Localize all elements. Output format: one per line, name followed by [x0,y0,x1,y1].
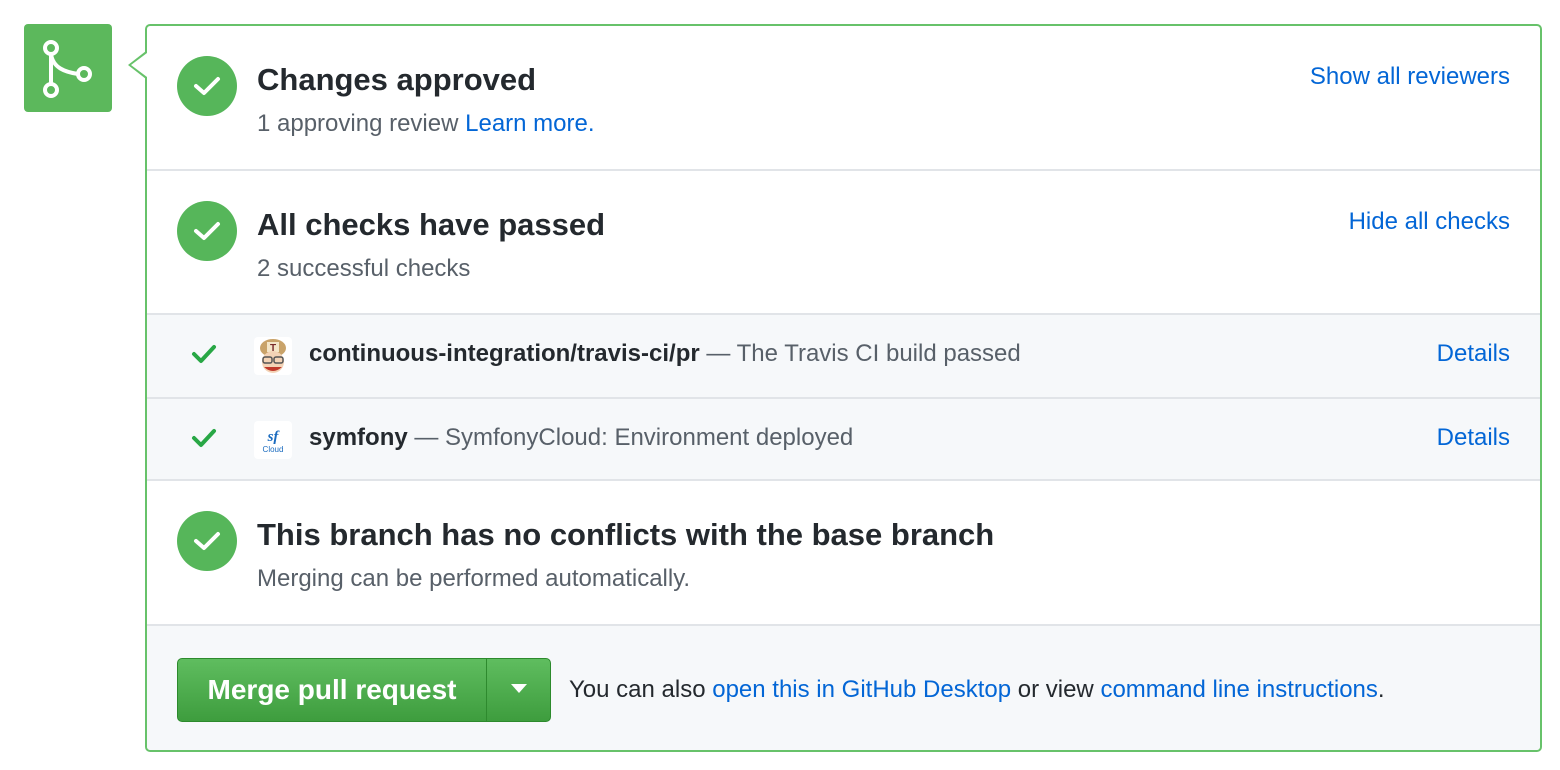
checks-title: All checks have passed [257,207,606,242]
merge-button-group: Merge pull request [177,658,551,722]
check-row-text: symfony — SymfonyCloud: Environment depl… [309,424,853,452]
travis-ci-avatar: T [254,337,292,375]
conflicts-subtitle: Merging can be performed automatically. [257,565,691,592]
check-name: symfony [309,424,408,451]
check-name: continuous-integration/travis-ci/pr [309,340,700,367]
note-prefix: You can also [569,676,706,703]
check-description: — SymfonyCloud: Environment deployed [414,424,854,451]
merge-status-panel: Changes approved 1 approving review Lear… [145,24,1542,752]
symfony-cloud-avatar: sf Cloud [254,421,292,459]
check-circle-icon [177,511,237,571]
show-all-reviewers-link[interactable]: Show all reviewers [1310,63,1510,91]
checks-section: All checks have passed 2 successful chec… [147,169,1540,314]
review-title: Changes approved [257,62,537,97]
check-icon [191,427,217,454]
check-circle-icon [177,56,237,116]
merge-method-dropdown[interactable] [487,659,550,721]
merge-pull-request-button[interactable]: Merge pull request [178,659,487,721]
open-github-desktop-link[interactable]: open this in GitHub Desktop [712,676,1011,703]
git-merge-icon [24,24,112,112]
checks-subtitle: 2 successful checks [257,255,471,282]
review-count: 1 approving review [257,110,459,137]
svg-text:Cloud: Cloud [263,445,284,454]
learn-more-link[interactable]: Learn more. [465,110,594,137]
hide-all-checks-link[interactable]: Hide all checks [1349,208,1510,236]
conflicts-title: This branch has no conflicts with the ba… [257,517,995,552]
check-circle-icon [177,201,237,261]
check-description: — The Travis CI build passed [706,340,1021,367]
merge-note: You can also open this in GitHub Desktop… [569,676,1385,704]
merge-actions: Merge pull request You can also open thi… [147,624,1540,750]
note-suffix: . [1377,676,1385,703]
panel-caret-fill [131,53,147,77]
details-link[interactable]: Details [1437,340,1510,368]
check-row: sf Cloud symfony — SymfonyCloud: Environ… [147,397,1540,481]
command-line-instructions-link[interactable]: command line instructions [1100,676,1377,703]
check-icon [191,343,217,370]
review-subtitle: 1 approving review Learn more. [257,110,595,138]
triangle-down-icon [510,681,527,699]
svg-text:sf: sf [267,429,281,445]
note-middle: or view [1017,676,1094,703]
check-row: T continuous-integration/travis-ci/pr — … [147,313,1540,397]
details-link[interactable]: Details [1437,424,1510,452]
conflicts-section: This branch has no conflicts with the ba… [147,479,1540,625]
check-row-text: continuous-integration/travis-ci/pr — Th… [309,340,1021,368]
review-section: Changes approved 1 approving review Lear… [147,26,1540,169]
